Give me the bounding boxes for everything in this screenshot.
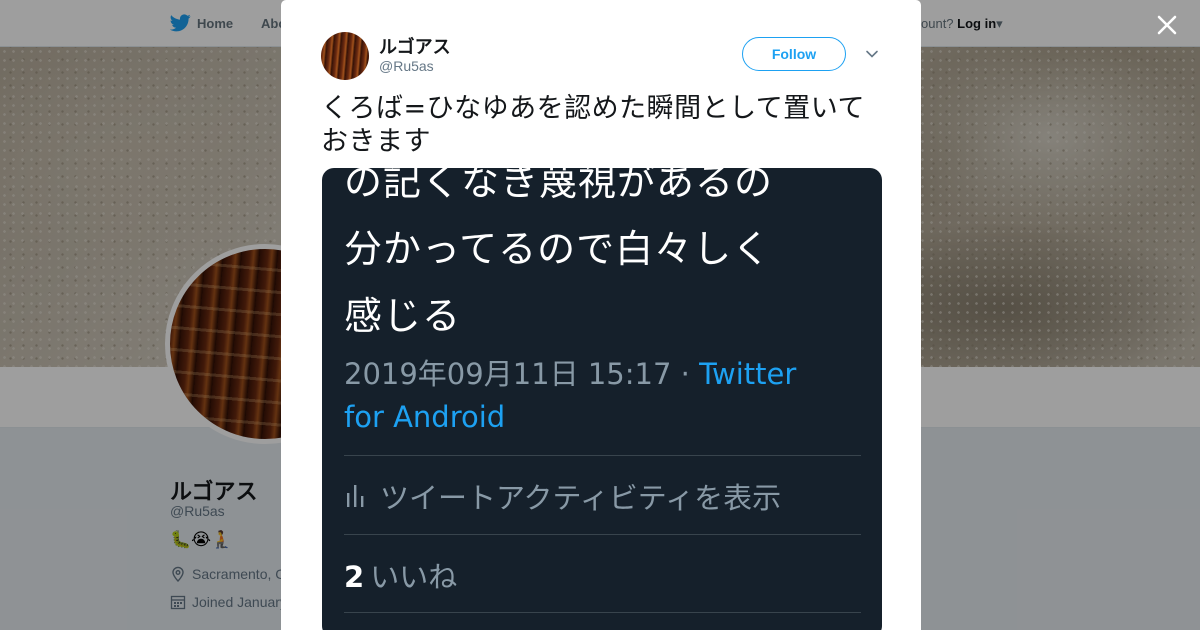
media-text-line-1: の記くなき蔑視があるの <box>344 168 774 204</box>
media-divider <box>344 534 861 535</box>
media-divider <box>344 455 861 456</box>
bar-chart-icon <box>347 485 364 507</box>
author-name[interactable]: ルゴアス <box>379 33 451 59</box>
close-icon[interactable] <box>1152 10 1182 40</box>
tweet-media-image[interactable]: の記くなき蔑視があるの 分かってるので白々しく 感じる 2019年09月11日 … <box>322 168 882 630</box>
media-likes: 2 いいね <box>344 554 457 596</box>
media-activity-label: ツイートアクティビティを表示 <box>380 481 782 515</box>
author-avatar[interactable] <box>321 32 369 80</box>
media-divider <box>344 612 861 613</box>
tweet-modal: ルゴアス @Ru5as Follow くろば=ひなゆあを認めた瞬間として置いてお… <box>281 0 921 630</box>
media-likes-count: 2 <box>344 560 365 594</box>
author-handle[interactable]: @Ru5as <box>379 58 434 74</box>
media-activity-row: ツイートアクティビティを表示 <box>344 475 781 517</box>
media-likes-label: いいね <box>370 560 458 594</box>
media-text-line-3: 感じる <box>344 294 462 338</box>
chevron-down-icon[interactable] <box>864 46 880 62</box>
media-timestamp: 2019年09月11日 15:17 · Twitter for Android <box>344 353 844 439</box>
follow-button[interactable]: Follow <box>742 37 846 71</box>
media-timestamp-text: 2019年09月11日 15:17 · <box>344 357 700 391</box>
media-text-line-2: 分かってるので白々しく <box>344 227 772 271</box>
tweet-text: くろば=ひなゆあを認めた瞬間として置いておきます <box>321 93 866 157</box>
